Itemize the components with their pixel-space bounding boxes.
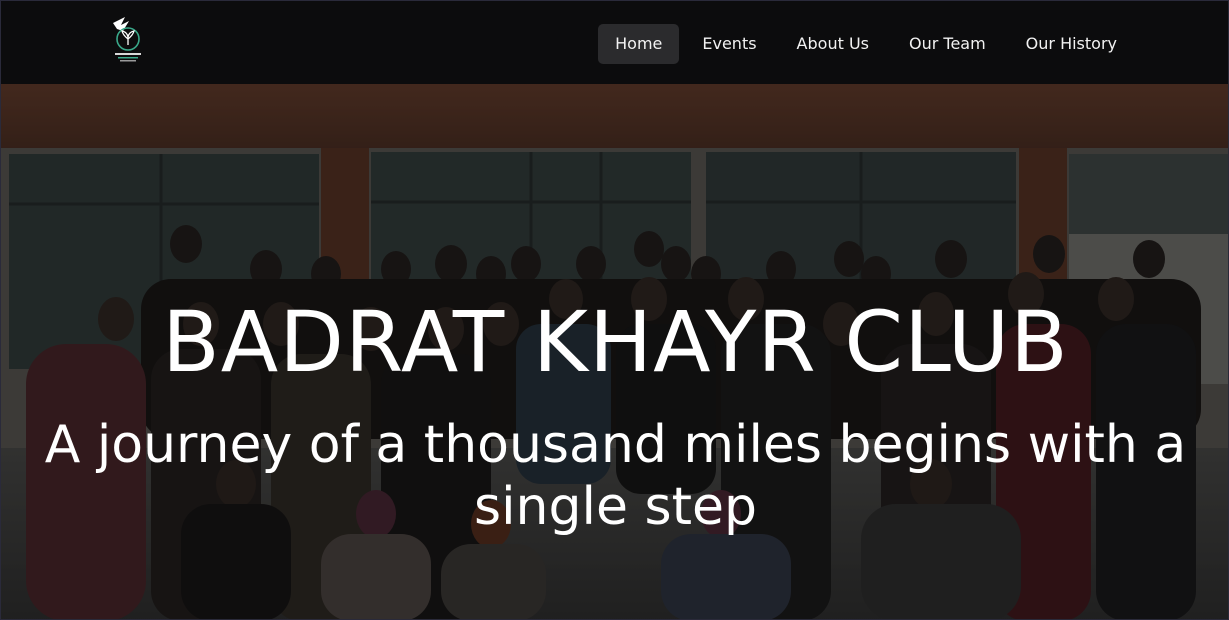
- hero-subtitle: A journey of a thousand miles begins wit…: [44, 415, 1187, 537]
- club-logo[interactable]: [105, 15, 147, 67]
- nav-our-team-link[interactable]: Our Team: [892, 24, 1003, 64]
- main-nav: Home Events About Us Our Team Our Histor…: [592, 24, 1134, 64]
- nav-about-us-link[interactable]: About Us: [780, 24, 886, 64]
- nav-home-link[interactable]: Home: [598, 24, 680, 64]
- hero-title: BADRAT KHAYR CLUB: [162, 293, 1069, 391]
- nav-events-link[interactable]: Events: [685, 24, 773, 64]
- nav-our-history-link[interactable]: Our History: [1009, 24, 1134, 64]
- page-frame: Home Events About Us Our Team Our Histor…: [0, 0, 1229, 620]
- hero-section: BADRAT KHAYR CLUB A journey of a thousan…: [1, 84, 1228, 619]
- top-navbar: Home Events About Us Our Team Our Histor…: [1, 1, 1228, 84]
